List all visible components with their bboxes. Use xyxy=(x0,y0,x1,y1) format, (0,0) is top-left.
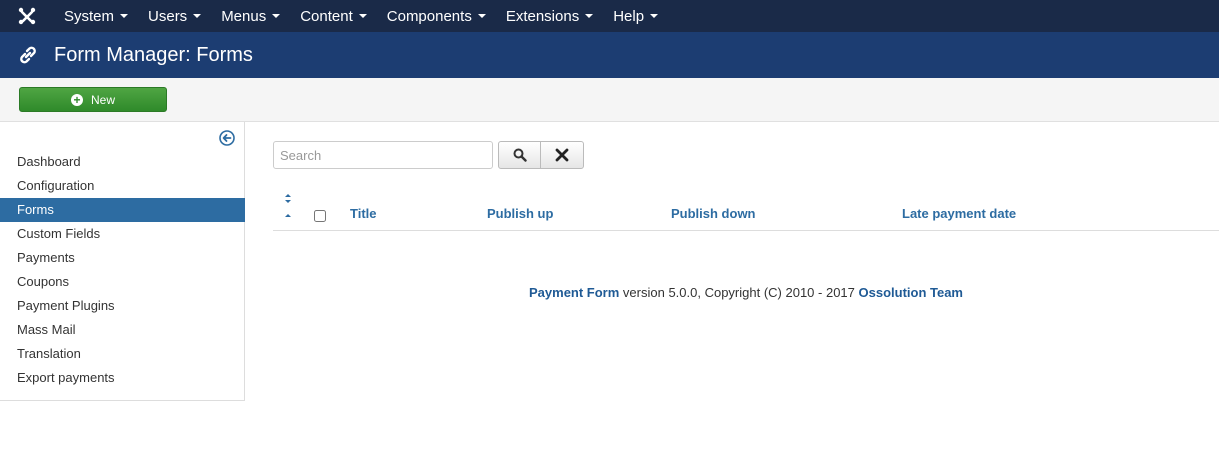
search-button[interactable] xyxy=(498,141,541,169)
footer-text: version 5.0.0, Copyright (C) 2010 - 2017 xyxy=(619,285,859,300)
menu-system-label: System xyxy=(64,7,115,25)
clear-search-button[interactable] xyxy=(540,141,584,169)
menu-help[interactable]: Help xyxy=(603,0,668,32)
sidebar-item-coupons[interactable]: Coupons xyxy=(0,270,245,294)
toolbar: + New xyxy=(0,78,1219,122)
sidebar-item-mass-mail[interactable]: Mass Mail xyxy=(0,318,245,342)
caret-down-icon xyxy=(585,14,594,18)
sidebar-item-export-payments[interactable]: Export payments xyxy=(0,366,245,390)
menu-content[interactable]: Content xyxy=(290,0,377,32)
sidebar-item-configuration[interactable]: Configuration xyxy=(0,174,245,198)
new-button[interactable]: + New xyxy=(19,87,167,112)
menu-menus[interactable]: Menus xyxy=(211,0,290,32)
sidebar-item-payment-plugins[interactable]: Payment Plugins xyxy=(0,294,245,318)
plus-circle-icon: + xyxy=(70,93,83,106)
caret-down-icon xyxy=(650,14,659,18)
column-late-payment-date[interactable]: Late payment date xyxy=(902,206,1016,221)
joomla-logo-icon[interactable] xyxy=(0,0,54,32)
menu-extensions[interactable]: Extensions xyxy=(496,0,603,32)
column-publish-up[interactable]: Publish up xyxy=(487,206,553,221)
menu-help-label: Help xyxy=(613,7,645,25)
select-all-checkbox[interactable] xyxy=(314,210,326,222)
arrow-left-circle-icon[interactable] xyxy=(219,130,235,146)
sidebar-item-custom-fields[interactable]: Custom Fields xyxy=(0,222,245,246)
menu-components-label: Components xyxy=(386,7,472,25)
column-publish-down[interactable]: Publish down xyxy=(671,206,756,221)
new-button-label: New xyxy=(90,92,115,107)
menu-users[interactable]: Users xyxy=(138,0,211,32)
page-title: Form Manager: Forms xyxy=(54,43,253,66)
sidebar-menu: Dashboard Configuration Forms Custom Fie… xyxy=(0,150,245,390)
link-icon xyxy=(16,43,46,67)
sidebar-item-dashboard[interactable]: Dashboard xyxy=(0,150,245,174)
menu-users-label: Users xyxy=(148,7,188,25)
copyright-footer: Payment Form version 5.0.0, Copyright (C… xyxy=(273,285,1219,300)
sidebar-item-payments[interactable]: Payments xyxy=(0,246,245,270)
menu-components[interactable]: Components xyxy=(377,0,496,32)
sort-icon[interactable] xyxy=(283,189,293,219)
caret-down-icon xyxy=(193,14,202,18)
caret-down-icon xyxy=(120,14,129,18)
product-link[interactable]: Payment Form xyxy=(529,285,619,300)
caret-down-icon xyxy=(272,14,281,18)
page-header: Form Manager: Forms xyxy=(0,32,1219,78)
table-header: Title Publish up Publish down Late payme… xyxy=(273,183,1219,231)
caret-down-icon xyxy=(477,14,486,18)
sidebar-item-forms[interactable]: Forms xyxy=(0,198,245,222)
menu-menus-label: Menus xyxy=(221,7,267,25)
search-icon xyxy=(513,148,527,162)
menu-content-label: Content xyxy=(300,7,353,25)
sidebar: Dashboard Configuration Forms Custom Fie… xyxy=(0,122,245,401)
menu-extensions-label: Extensions xyxy=(505,7,580,25)
search-input[interactable] xyxy=(273,141,493,169)
caret-down-icon xyxy=(358,14,367,18)
menu-system[interactable]: System xyxy=(54,0,138,32)
sidebar-item-translation[interactable]: Translation xyxy=(0,342,245,366)
team-link[interactable]: Ossolution Team xyxy=(859,285,964,300)
close-icon xyxy=(555,148,569,162)
column-title[interactable]: Title xyxy=(350,206,377,221)
top-navbar: System Users Menus Content Components Ex… xyxy=(0,0,1219,32)
